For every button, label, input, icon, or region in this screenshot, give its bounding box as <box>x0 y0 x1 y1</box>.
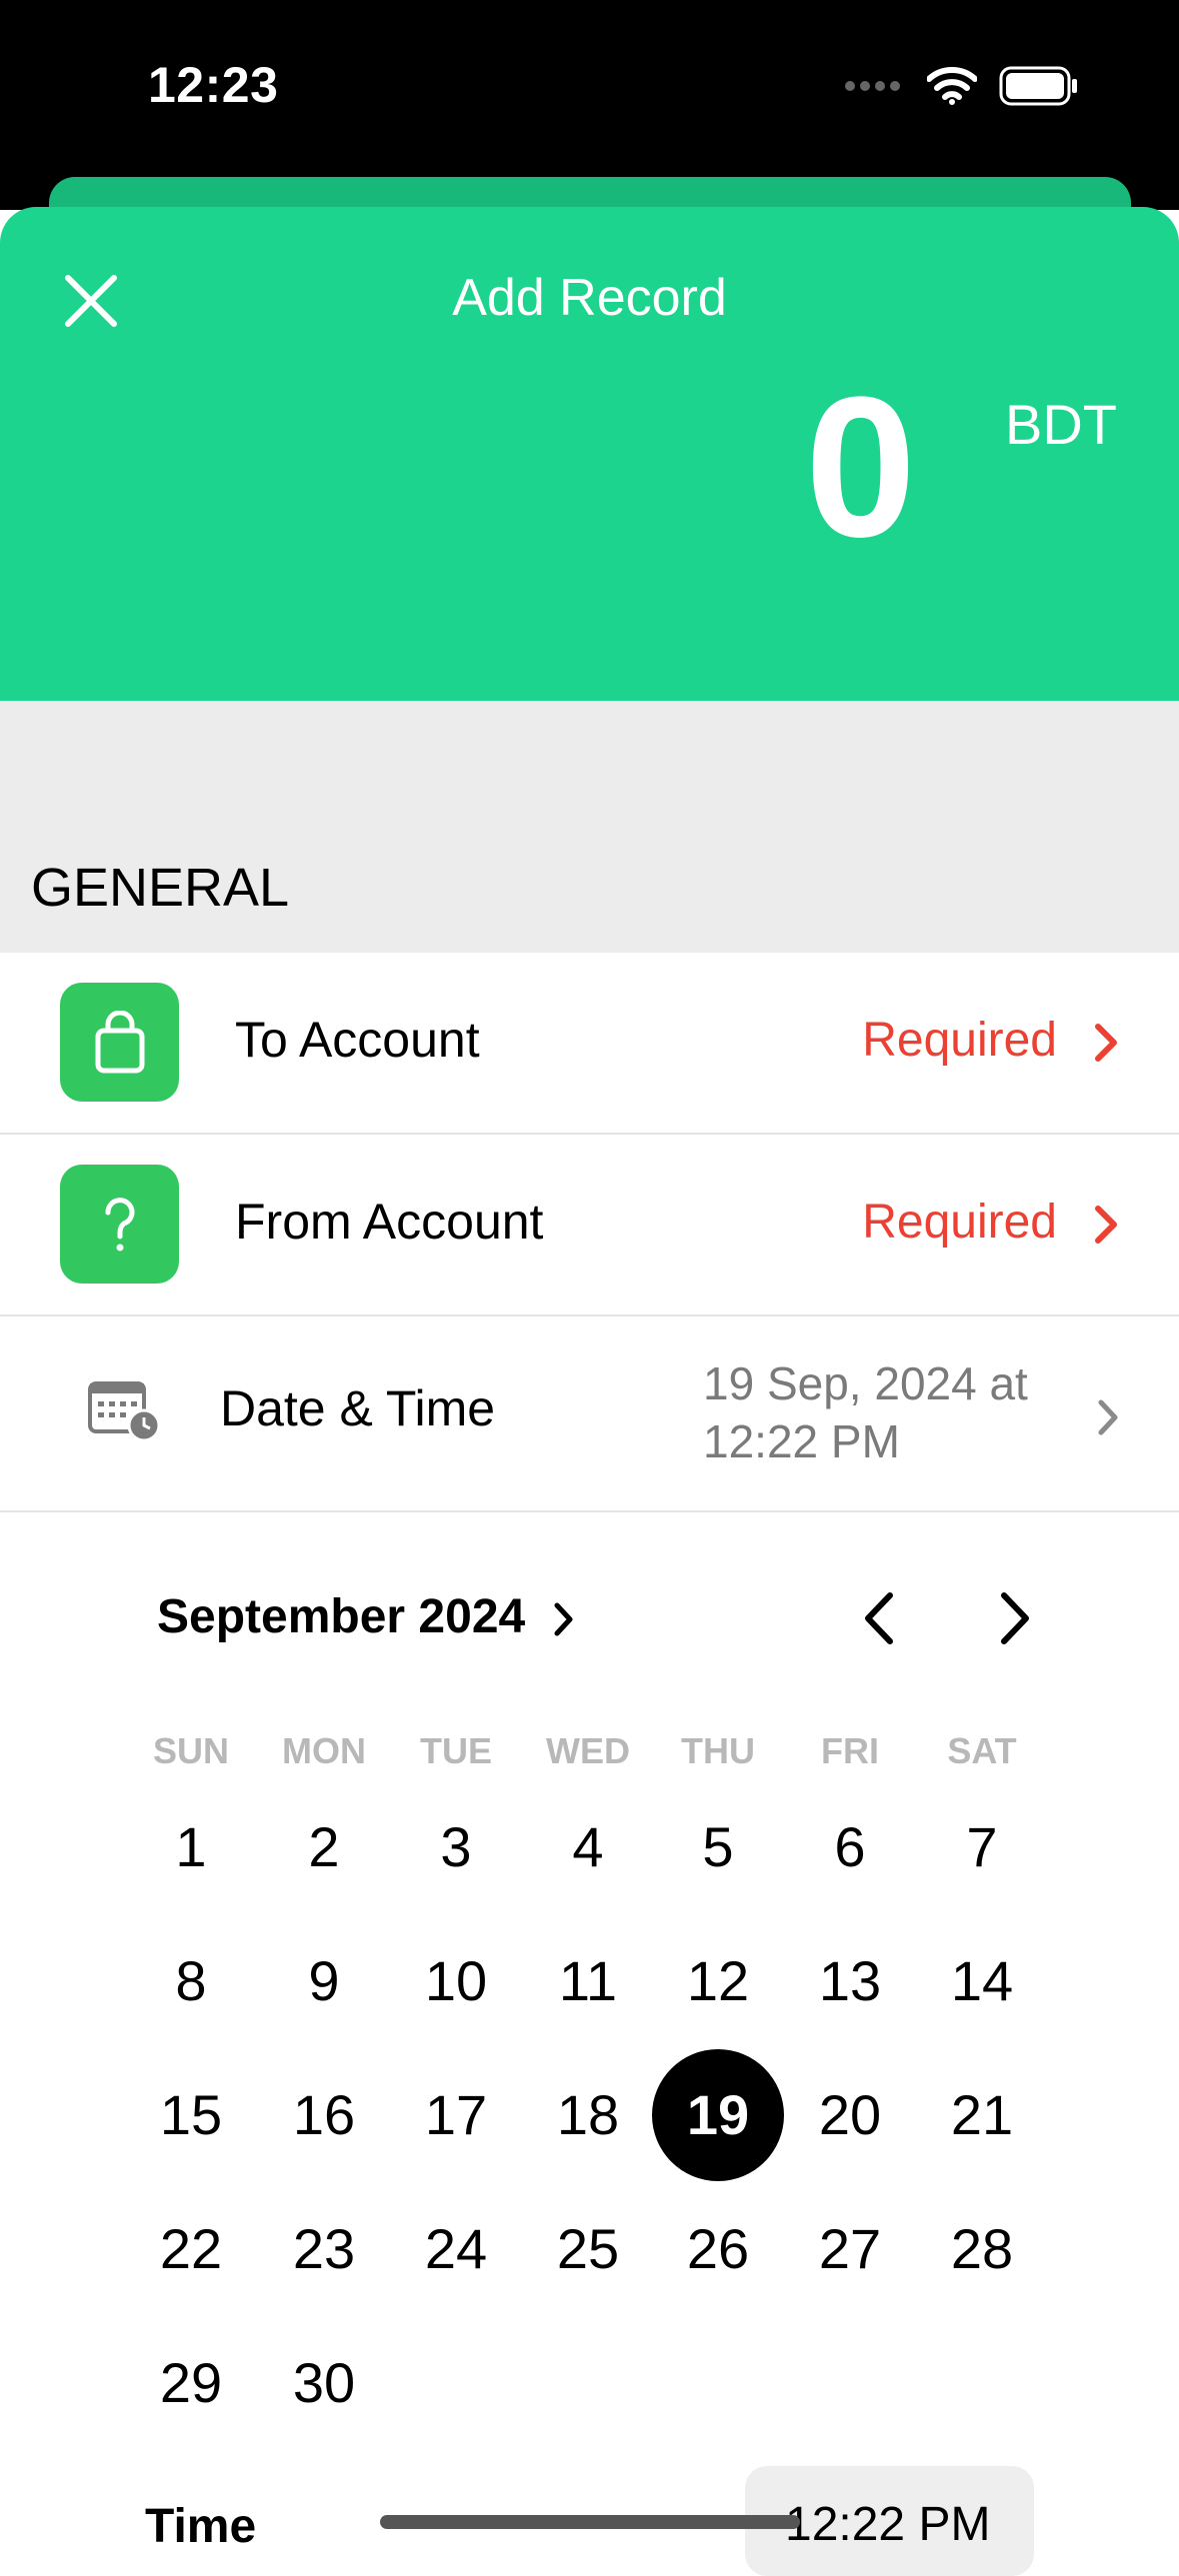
calendar-day[interactable]: 30 <box>258 2317 390 2449</box>
weekday-label: WED <box>546 1730 630 1771</box>
calendar-day[interactable]: 13 <box>784 1915 916 2047</box>
previous-month-button[interactable] <box>860 1589 898 1647</box>
shopping-bag-icon <box>60 983 179 1102</box>
time-value: 12:22 PM <box>785 2498 991 2551</box>
calendar-day[interactable]: 17 <box>390 2049 522 2181</box>
chevron-right-icon <box>1095 1024 1117 1062</box>
weekday-label: SUN <box>152 1730 229 1771</box>
calendar-clock-icon <box>88 1381 161 1442</box>
calendar-day[interactable]: 18 <box>522 2049 654 2181</box>
amount-value[interactable]: 0 <box>805 368 916 568</box>
calendar-day[interactable]: 11 <box>522 1915 654 2047</box>
time-label: Time <box>145 2500 257 2553</box>
home-indicator <box>380 2515 800 2529</box>
weekday-label: MON <box>282 1730 366 1771</box>
calendar-day[interactable]: 4 <box>522 1781 654 1913</box>
calendar-day[interactable]: 16 <box>258 2049 390 2181</box>
calendar-day[interactable]: 27 <box>784 2183 916 2315</box>
weekday-label: THU <box>681 1730 755 1771</box>
calendar-day[interactable]: 1 <box>125 1781 257 1913</box>
month-year-button[interactable]: September 2024 <box>157 1589 575 1644</box>
date-value-line2: 12:22 PM <box>703 1415 900 1467</box>
calendar-day[interactable]: 20 <box>784 2049 916 2181</box>
status-time: 12:23 <box>148 57 279 113</box>
signal-icon <box>845 81 900 91</box>
currency-label[interactable]: BDT <box>1005 392 1117 457</box>
wifi-icon <box>927 67 977 105</box>
calendar-day-selected[interactable]: 19 <box>652 2049 784 2181</box>
calendar-day[interactable]: 12 <box>652 1915 784 2047</box>
chevron-right-icon <box>1098 1399 1118 1435</box>
calendar-day[interactable]: 29 <box>125 2317 257 2449</box>
to-account-row[interactable]: To Account Required <box>0 953 1179 1133</box>
question-mark-icon <box>60 1165 179 1284</box>
calendar-day[interactable]: 7 <box>916 1781 1048 1913</box>
calendar-day[interactable]: 26 <box>652 2183 784 2315</box>
calendar-day[interactable]: 21 <box>916 2049 1048 2181</box>
calendar-day[interactable]: 15 <box>125 2049 257 2181</box>
from-account-row[interactable]: From Account Required <box>0 1135 1179 1314</box>
calendar-day[interactable]: 5 <box>652 1781 784 1913</box>
calendar-day[interactable]: 2 <box>258 1781 390 1913</box>
calendar-day[interactable]: 23 <box>258 2183 390 2315</box>
calendar-day[interactable]: 25 <box>522 2183 654 2315</box>
calendar-day[interactable]: 8 <box>125 1915 257 2047</box>
weekday-label: SAT <box>947 1730 1017 1771</box>
calendar-day[interactable]: 6 <box>784 1781 916 1913</box>
divider <box>0 1510 1179 1512</box>
month-title: September 2024 <box>157 1590 526 1643</box>
chevron-right-icon <box>1095 1206 1117 1244</box>
page-title: Add Record <box>452 269 727 327</box>
calendar-day[interactable]: 14 <box>916 1915 1048 2047</box>
chevron-right-icon <box>554 1602 573 1636</box>
to-account-value: Required <box>862 1014 1057 1067</box>
date-time-label: Date & Time <box>220 1380 496 1436</box>
date-time-value[interactable]: 19 Sep, 2024 at 12:22 PM <box>703 1354 1028 1470</box>
weekday-label: FRI <box>821 1730 879 1771</box>
calendar-day[interactable]: 3 <box>390 1781 522 1913</box>
from-account-label: From Account <box>235 1194 544 1250</box>
from-account-value: Required <box>862 1196 1057 1249</box>
to-account-label: To Account <box>235 1012 480 1068</box>
calendar-day[interactable]: 24 <box>390 2183 522 2315</box>
battery-icon <box>999 66 1077 106</box>
calendar-day[interactable]: 10 <box>390 1915 522 2047</box>
next-month-button[interactable] <box>996 1589 1034 1647</box>
weekday-label: TUE <box>420 1730 492 1771</box>
section-label: GENERAL <box>31 858 290 918</box>
status-icons <box>843 66 1079 106</box>
calendar-day[interactable]: 22 <box>125 2183 257 2315</box>
calendar-day[interactable]: 9 <box>258 1915 390 2047</box>
calendar-day[interactable]: 28 <box>916 2183 1048 2315</box>
date-value-line1: 19 Sep, 2024 at <box>703 1357 1028 1409</box>
